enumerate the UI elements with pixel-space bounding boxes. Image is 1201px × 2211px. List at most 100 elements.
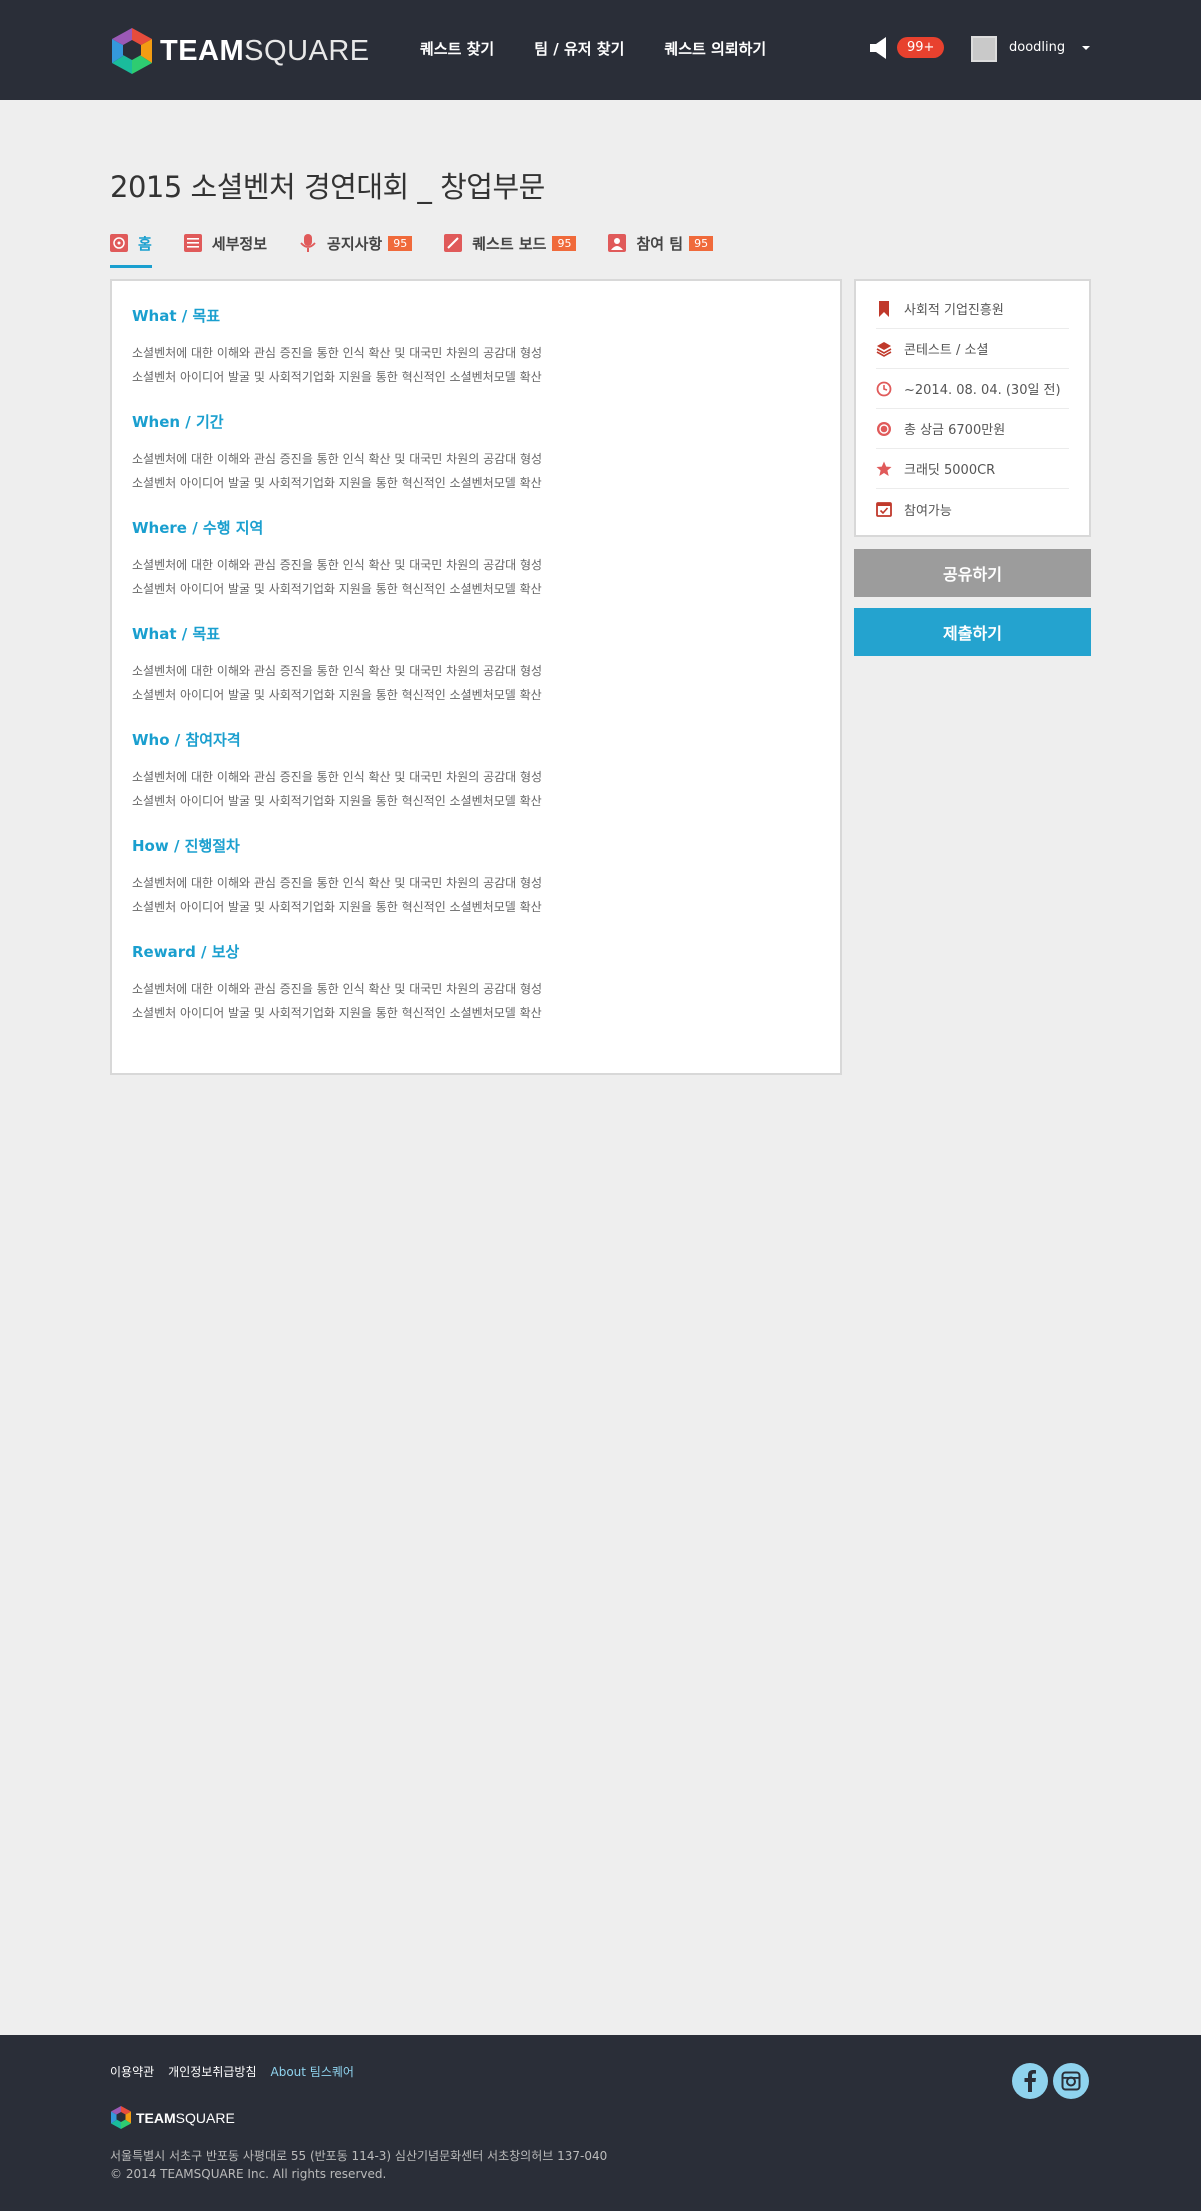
nav-quest-search[interactable]: 퀘스트 찾기	[420, 38, 494, 59]
tab-quest-board[interactable]: 퀘스트 보드 95	[444, 228, 577, 258]
info-organizer: 사회적 기업진흥원	[876, 289, 1069, 329]
section-title: How / 진행절차	[132, 837, 240, 855]
brand-bold: TEAM	[160, 34, 245, 67]
section-text: 소셜벤처에 대한 이해와 관심 증진을 통한 인식 확산 및 대국민 차원의 공…	[132, 876, 543, 890]
list-icon	[183, 234, 202, 252]
section-reward: Reward / 보상 소셜벤처에 대한 이해와 관심 증진을 통한 인식 확산…	[132, 941, 820, 1025]
tab-home[interactable]: 홈	[110, 228, 152, 268]
page-title: 2015 소셜벤처 경연대회 _ 창업부문	[110, 170, 545, 204]
coin-icon	[877, 421, 891, 436]
facebook-glyph	[1024, 2070, 1036, 2092]
logo-cube-icon	[112, 28, 152, 74]
user-icon	[608, 234, 627, 252]
tab-label: 퀘스트 보드	[472, 234, 547, 253]
quest-info-panel: 사회적 기업진흥원 콘테스트 / 소셜 ~2014. 08. 04. (30일 …	[854, 279, 1091, 537]
brand-light: SQUARE	[244, 34, 370, 67]
layers-icon	[876, 341, 892, 357]
logo-cube-icon	[111, 2106, 131, 2129]
footer: 이용약관 개인정보취급방침 About 팀스퀘어 TEAMSQUARE 서울특별…	[0, 2035, 1201, 2211]
section-text: 소셜벤처 아이디어 발굴 및 사회적기업화 지원을 통한 혁신적인 소셜벤처모델…	[132, 900, 542, 914]
section-text: 소셜벤처에 대한 이해와 관심 증진을 통한 인식 확산 및 대국민 차원의 공…	[132, 558, 543, 572]
section-text: 소셜벤처에 대한 이해와 관심 증진을 통한 인식 확산 및 대국민 차원의 공…	[132, 770, 543, 784]
info-status: 참여가능	[876, 489, 1069, 529]
info-label: 사회적 기업진흥원	[904, 303, 1004, 318]
edit-icon	[444, 234, 463, 252]
section-text: 소셜벤처에 대한 이해와 관심 증진을 통한 인식 확산 및 대국민 차원의 공…	[132, 346, 543, 360]
section-text: 소셜벤처에 대한 이해와 관심 증진을 통한 인식 확산 및 대국민 차원의 공…	[132, 982, 543, 996]
section-title: Reward / 보상	[132, 943, 240, 961]
notification-badge[interactable]: 99+	[897, 37, 945, 58]
tab-participating-teams[interactable]: 참여 팀 95	[608, 228, 714, 258]
username[interactable]: doodling	[1009, 40, 1065, 55]
nav-quest-request[interactable]: 퀘스트 의뢰하기	[664, 38, 766, 59]
section-title: When / 기간	[132, 413, 224, 431]
footer-address: 서울특별시 서초구 반포동 사평대로 55 (반포동 114-3) 심산기념문화…	[110, 2149, 608, 2163]
section-what: What / 목표 소셜벤처에 대한 이해와 관심 증진을 통한 인식 확산 및…	[132, 305, 820, 389]
count-badge: 95	[552, 235, 577, 251]
star-icon	[876, 461, 892, 476]
info-label: 콘테스트 / 소셜	[904, 343, 989, 358]
submit-button[interactable]: 제출하기	[854, 608, 1091, 656]
footer-link-about[interactable]: About 팀스퀘어	[271, 2063, 354, 2080]
section-text: 소셜벤처 아이디어 발굴 및 사회적기업화 지원을 통한 혁신적인 소셜벤처모델…	[132, 370, 542, 384]
footer-brand-bold: TEAM	[136, 2109, 176, 2126]
info-label: ~2014. 08. 04. (30일 전)	[904, 383, 1061, 398]
section-title: Where / 수행 지역	[132, 519, 264, 537]
microphone-icon	[300, 234, 316, 252]
section-title: What / 목표	[132, 625, 221, 643]
avatar[interactable]	[971, 36, 997, 62]
footer-address-block: 서울특별시 서초구 반포동 사평대로 55 (반포동 114-3) 심산기념문화…	[110, 2147, 607, 2183]
footer-links: 이용약관 개인정보취급방침 About 팀스퀘어	[110, 2063, 354, 2080]
section-title: What / 목표	[132, 307, 221, 325]
footer-copyright: © 2014 TEAMSQUARE Inc. All rights reserv…	[110, 2167, 387, 2181]
share-button[interactable]: 공유하기	[854, 549, 1091, 597]
info-label: 크래딧 5000CR	[904, 463, 996, 478]
top-header: TEAMSQUARE 퀘스트 찾기 팀 / 유저 찾기 퀘스트 의뢰하기 99+…	[0, 0, 1201, 100]
tab-label: 참여 팀	[636, 234, 684, 253]
info-label: 총 상금 6700만원	[904, 423, 1006, 438]
tab-details[interactable]: 세부정보	[183, 228, 268, 258]
facebook-icon[interactable]	[1012, 2063, 1048, 2099]
tab-notices[interactable]: 공지사항 95	[299, 228, 413, 258]
section-how: How / 진행절차 소셜벤처에 대한 이해와 관심 증진을 통한 인식 확산 …	[132, 835, 820, 919]
logo[interactable]: TEAMSQUARE	[110, 26, 370, 76]
bookmark-icon	[879, 300, 889, 317]
info-credit: 크래딧 5000CR	[876, 449, 1069, 489]
info-prize: 총 상금 6700만원	[876, 409, 1069, 449]
footer-link-terms[interactable]: 이용약관	[110, 2063, 154, 2080]
info-label: 참여가능	[904, 503, 952, 519]
calendar-check-icon	[876, 502, 892, 517]
section-text: 소셜벤처 아이디어 발굴 및 사회적기업화 지원을 통한 혁신적인 소셜벤처모델…	[132, 582, 542, 596]
clock-icon	[876, 381, 892, 396]
home-icon	[110, 234, 128, 252]
tab-label: 홈	[138, 234, 152, 253]
section-text: 소셜벤처 아이디어 발굴 및 사회적기업화 지원을 통한 혁신적인 소셜벤처모델…	[132, 476, 542, 490]
section-text: 소셜벤처 아이디어 발굴 및 사회적기업화 지원을 통한 혁신적인 소셜벤처모델…	[132, 688, 542, 702]
tab-bar: 홈 세부정보 공지사항 95 퀘스트 보드 95 참여 팀 95	[110, 228, 745, 268]
section-text: 소셜벤처 아이디어 발굴 및 사회적기업화 지원을 통한 혁신적인 소셜벤처모델…	[132, 794, 542, 808]
instagram-glyph	[1061, 2071, 1081, 2091]
tab-label: 공지사항	[327, 234, 383, 253]
section-text: 소셜벤처에 대한 이해와 관심 증진을 통한 인식 확산 및 대국민 차원의 공…	[132, 452, 543, 466]
main-nav: 퀘스트 찾기 팀 / 유저 찾기 퀘스트 의뢰하기	[420, 38, 766, 59]
instagram-icon[interactable]	[1053, 2063, 1089, 2099]
footer-logo: TEAMSQUARE	[110, 2105, 235, 2130]
info-category: 콘테스트 / 소셜	[876, 329, 1069, 369]
quest-description-panel: What / 목표 소셜벤처에 대한 이해와 관심 증진을 통한 인식 확산 및…	[110, 279, 842, 1075]
section-what-2: What / 목표 소셜벤처에 대한 이해와 관심 증진을 통한 인식 확산 및…	[132, 623, 820, 707]
count-badge: 95	[388, 235, 413, 251]
section-when: When / 기간 소셜벤처에 대한 이해와 관심 증진을 통한 인식 확산 및…	[132, 411, 820, 495]
tab-label: 세부정보	[211, 234, 268, 253]
count-badge: 95	[689, 235, 714, 251]
section-title: Who / 참여자격	[132, 731, 241, 749]
section-who: Who / 참여자격 소셜벤처에 대한 이해와 관심 증진을 통한 인식 확산 …	[132, 729, 820, 813]
footer-brand-light: SQUARE	[175, 2109, 235, 2126]
speaker-icon[interactable]	[870, 36, 890, 60]
footer-link-privacy[interactable]: 개인정보취급방침	[168, 2063, 256, 2080]
chevron-down-icon[interactable]	[1082, 46, 1090, 50]
nav-team-user-search[interactable]: 팀 / 유저 찾기	[534, 38, 624, 59]
section-text: 소셜벤처 아이디어 발굴 및 사회적기업화 지원을 통한 혁신적인 소셜벤처모델…	[132, 1006, 542, 1020]
section-where: Where / 수행 지역 소셜벤처에 대한 이해와 관심 증진을 통한 인식 …	[132, 517, 820, 601]
info-deadline: ~2014. 08. 04. (30일 전)	[876, 369, 1069, 409]
section-text: 소셜벤처에 대한 이해와 관심 증진을 통한 인식 확산 및 대국민 차원의 공…	[132, 664, 543, 678]
